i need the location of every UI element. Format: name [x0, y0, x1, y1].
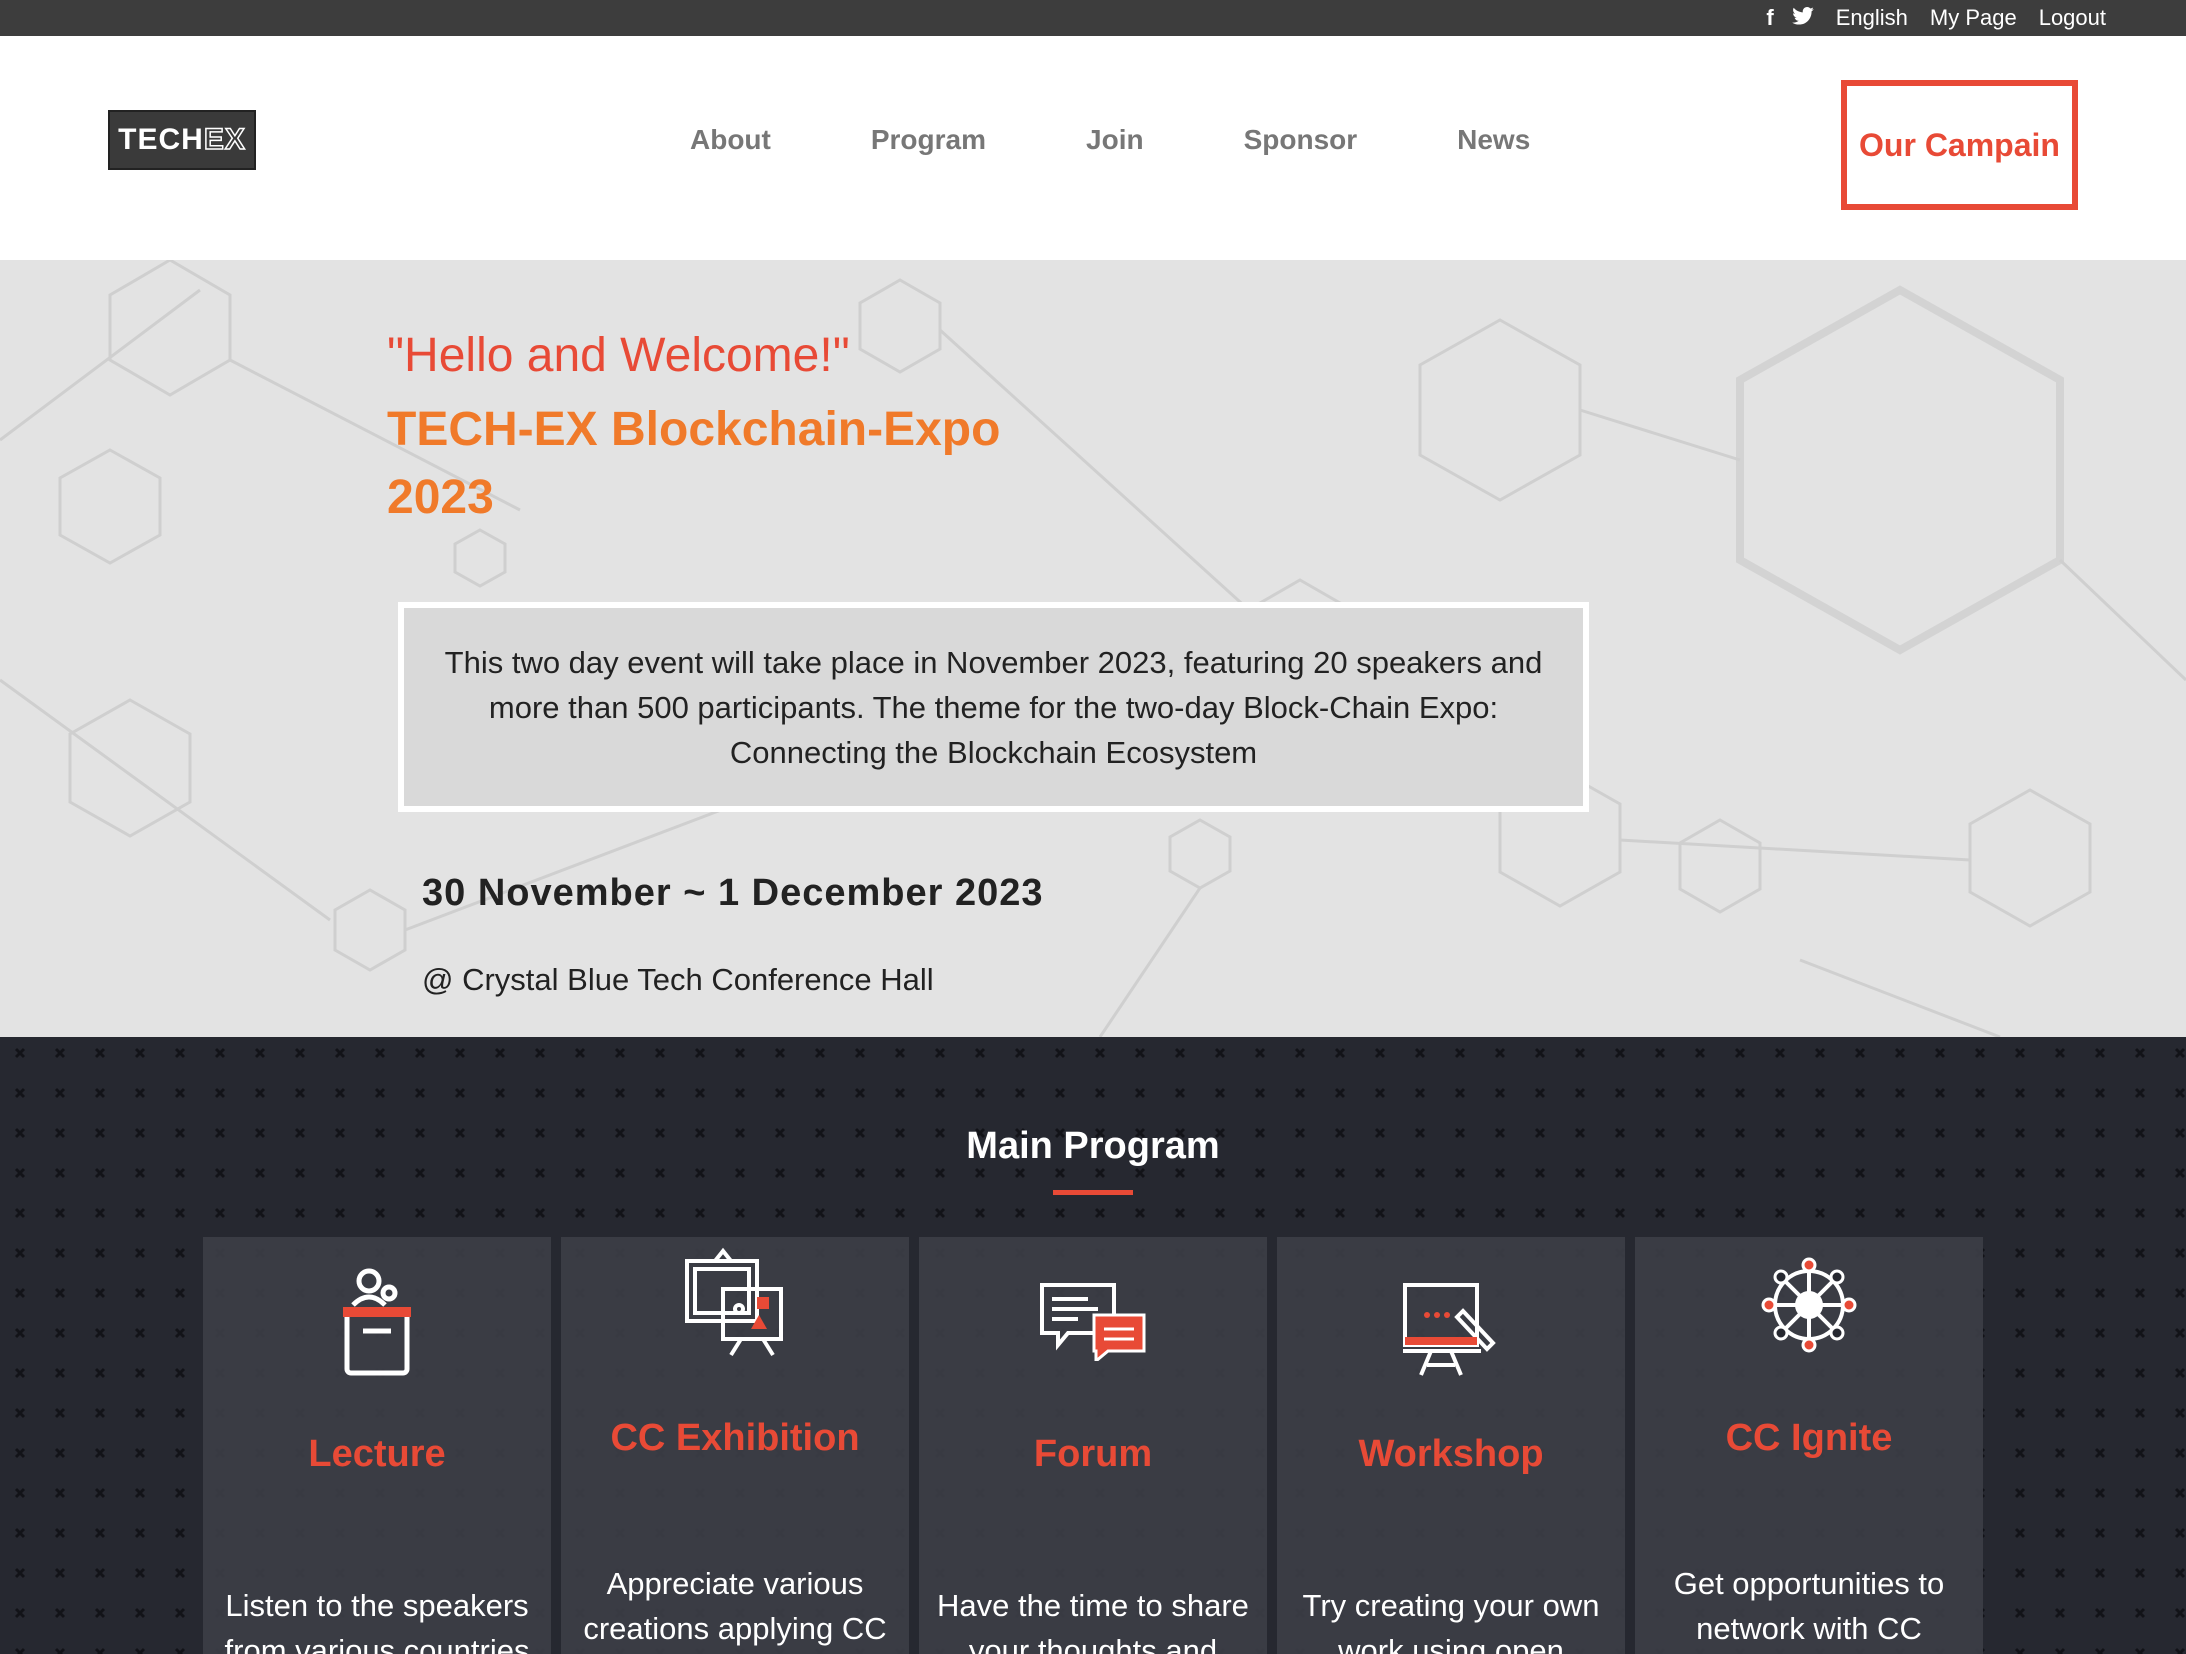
card-description: Get opportunities to network with CC — [1673, 1566, 1945, 1646]
program-card-workshop[interactable]: Workshop Try creating your own work usin… — [1277, 1237, 1625, 1654]
hero-section: "Hello and Welcome!" TECH-EX Blockchain-… — [0, 260, 2186, 1037]
nav-program[interactable]: Program — [871, 124, 986, 156]
card-description: Have the time to share your thoughts and — [937, 1588, 1249, 1654]
program-card-cc-exhibition[interactable]: CC Exhibition Appreciate various creatio… — [561, 1237, 909, 1654]
title-underline — [1053, 1190, 1133, 1195]
main-nav: About Program Join Sponsor News — [690, 124, 1530, 156]
card-title: Lecture — [308, 1433, 446, 1475]
logo-text-ex: EX — [203, 122, 246, 157]
main-program-title: Main Program — [966, 1125, 1220, 1167]
social-links: f — [1766, 5, 1814, 31]
event-title: TECH-EX Blockchain-Expo 2023 — [387, 396, 1027, 532]
chat-bubbles-icon — [919, 1281, 1267, 1361]
event-title-line2: 2023 — [387, 471, 494, 524]
top-utility-links: f English My Page Logout — [1766, 0, 2106, 36]
card-title: Workshop — [1358, 1433, 1544, 1475]
network-icon — [1635, 1255, 1983, 1355]
facebook-icon[interactable]: f — [1766, 5, 1773, 31]
event-description: This two day event will take place in No… — [444, 644, 1543, 770]
program-card-forum[interactable]: Forum Have the time to share your though… — [919, 1237, 1267, 1654]
card-title: CC Ignite — [1725, 1417, 1893, 1459]
card-description: Try creating your own work using open — [1302, 1588, 1600, 1654]
card-title: Forum — [1033, 1433, 1153, 1475]
site-header: TECH EX About Program Join Sponsor News O… — [0, 36, 2186, 260]
logout-link[interactable]: Logout — [2039, 5, 2106, 31]
card-title: CC Exhibition — [610, 1417, 860, 1459]
nav-join[interactable]: Join — [1086, 124, 1144, 156]
welcome-heading: "Hello and Welcome!" — [387, 329, 850, 382]
nav-about[interactable]: About — [690, 124, 771, 156]
card-description: Listen to the speakers from various coun… — [224, 1588, 530, 1654]
whiteboard-icon — [1277, 1281, 1625, 1381]
card-description: Appreciate various creations applying CC — [583, 1566, 887, 1646]
program-card-cc-ignite[interactable]: CC Ignite Get opportunities to network w… — [1635, 1237, 1983, 1654]
event-title-line1: TECH-EX Blockchain-Expo — [387, 403, 1001, 456]
main-program-section: Main Program Lecture Listen to the speak… — [0, 1037, 2186, 1654]
podium-icon — [203, 1267, 551, 1377]
language-link[interactable]: English — [1836, 5, 1908, 31]
nav-news[interactable]: News — [1457, 124, 1530, 156]
nav-sponsor[interactable]: Sponsor — [1244, 124, 1358, 156]
event-date: 30 November ~ 1 December 2023 — [422, 872, 1044, 914]
top-utility-bar: f English My Page Logout — [0, 0, 2186, 36]
our-campaign-button[interactable]: Our Campain — [1841, 80, 2078, 210]
exhibition-icon — [561, 1247, 909, 1357]
program-card-lecture[interactable]: Lecture Listen to the speakers from vari… — [203, 1237, 551, 1654]
logo-text-tech: TECH — [118, 123, 204, 156]
techex-logo[interactable]: TECH EX — [108, 110, 256, 170]
my-page-link[interactable]: My Page — [1930, 5, 2017, 31]
event-description-box: This two day event will take place in No… — [398, 602, 1589, 812]
twitter-icon[interactable] — [1791, 5, 1814, 31]
event-venue: @ Crystal Blue Tech Conference Hall — [422, 962, 934, 997]
